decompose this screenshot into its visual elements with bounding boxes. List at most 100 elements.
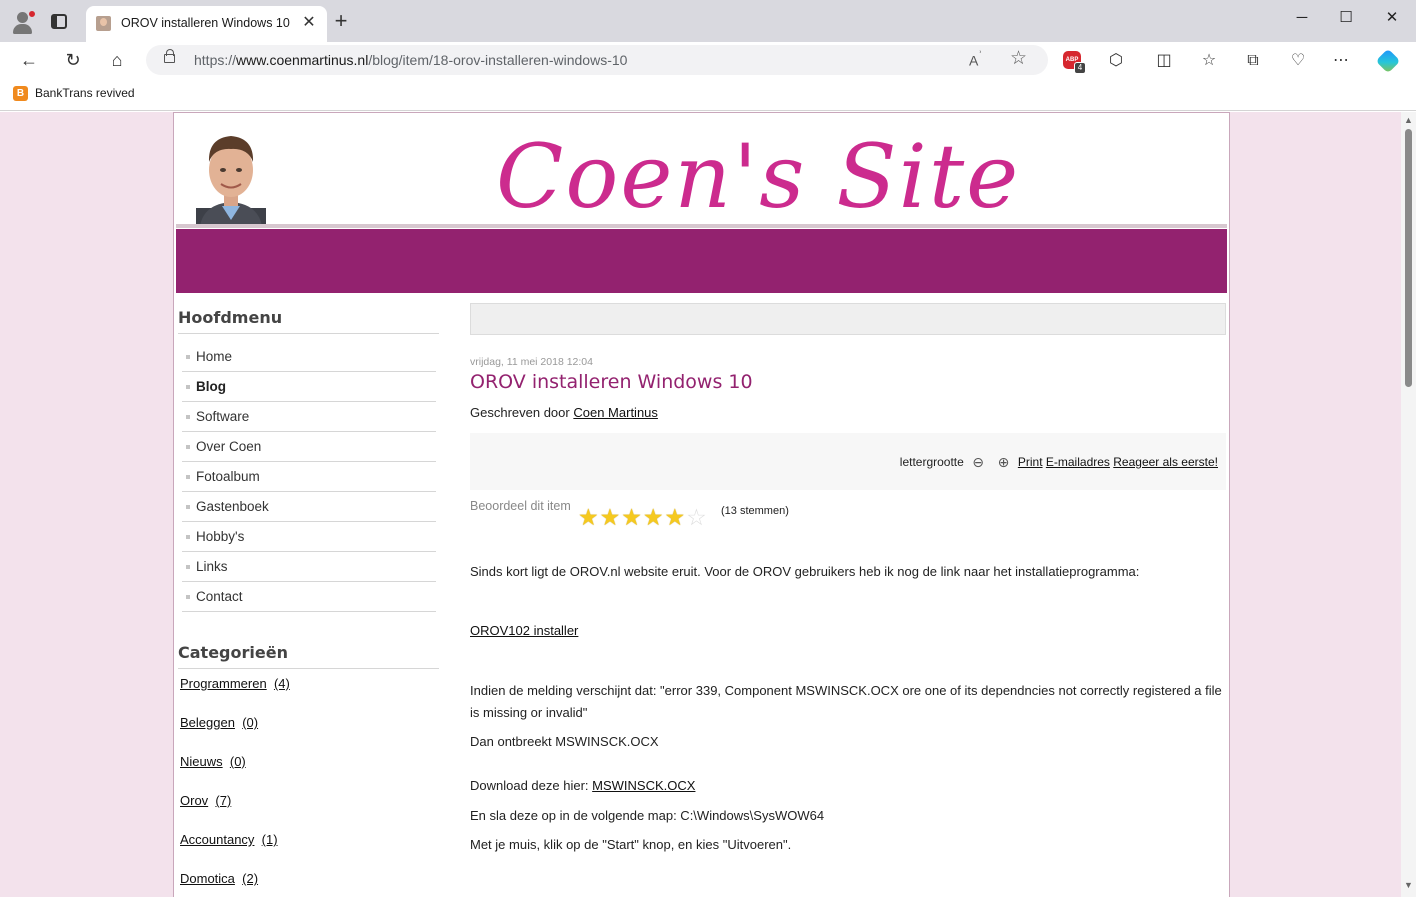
favorite-star-icon[interactable]: ☆ bbox=[1010, 47, 1027, 70]
menu-item-home[interactable]: Home bbox=[182, 342, 436, 372]
tab-title: OROV installeren Windows 10 bbox=[121, 16, 290, 30]
category-link[interactable]: Beleggen bbox=[180, 715, 235, 730]
more-menu-icon[interactable]: ⋯ bbox=[1329, 49, 1353, 73]
category-item[interactable]: Nieuws (0) bbox=[178, 754, 440, 793]
category-link[interactable]: Nieuws bbox=[180, 754, 223, 769]
close-tab-icon[interactable]: ✕ bbox=[299, 13, 319, 33]
page-scrollbar[interactable]: ▲ ▼ bbox=[1401, 112, 1416, 897]
rating-stars[interactable]: ★★★★★☆ bbox=[578, 504, 708, 531]
written-by-label: Geschreven door bbox=[470, 405, 570, 420]
main-menu-heading: Hoofdmenu bbox=[178, 303, 439, 334]
scroll-up-icon[interactable]: ▲ bbox=[1404, 115, 1413, 125]
main-menu: Home Blog Software Over Coen Fotoalbum G… bbox=[182, 342, 436, 612]
back-icon[interactable]: ← bbox=[16, 48, 42, 72]
close-window-icon[interactable]: ✕ bbox=[1369, 6, 1415, 30]
menu-item-contact[interactable]: Contact bbox=[182, 582, 436, 612]
collections-icon[interactable]: ⧉ bbox=[1241, 49, 1265, 73]
browser-toolbar: ← ↻ ⌂ https://www.coenmartinus.nl/blog/i… bbox=[0, 42, 1416, 78]
category-count[interactable]: (4) bbox=[274, 676, 290, 691]
bookmark-icon: B bbox=[13, 86, 28, 101]
menu-item-blog[interactable]: Blog bbox=[182, 372, 436, 402]
browser-essentials-icon[interactable]: ♡ bbox=[1286, 49, 1310, 73]
category-link[interactable]: Accountancy bbox=[180, 832, 254, 847]
scroll-thumb[interactable] bbox=[1405, 129, 1412, 387]
menu-item-links[interactable]: Links bbox=[182, 552, 436, 582]
address-bar[interactable]: https://www.coenmartinus.nl/blog/item/18… bbox=[146, 45, 1048, 75]
site-logo[interactable]: Coen's Site bbox=[496, 133, 1020, 221]
menu-item-over-coen[interactable]: Over Coen bbox=[182, 432, 436, 462]
article-paragraph: Dan ontbreekt MSWINSCK.OCX bbox=[470, 734, 659, 749]
site-header: Coen's Site bbox=[174, 113, 1229, 293]
author-link[interactable]: Coen Martinus bbox=[573, 405, 658, 420]
category-item[interactable]: Programmeren (4) bbox=[178, 676, 440, 715]
category-link[interactable]: Orov bbox=[180, 793, 208, 808]
lock-icon[interactable] bbox=[164, 49, 175, 63]
web-viewport: Coen's Site Hoofdmenu Home Blog Software… bbox=[0, 112, 1401, 897]
mswinsck-link[interactable]: MSWINSCK.OCX bbox=[592, 778, 695, 793]
site-container: Coen's Site Hoofdmenu Home Blog Software… bbox=[173, 112, 1230, 897]
category-item[interactable]: Beleggen (0) bbox=[178, 715, 440, 754]
zoom-in-icon[interactable]: ⊕ bbox=[997, 454, 1011, 471]
maximize-icon[interactable]: ☐ bbox=[1323, 6, 1369, 30]
category-item[interactable]: Orov (7) bbox=[178, 793, 440, 832]
read-aloud-icon[interactable]: Aʾ bbox=[969, 50, 982, 69]
menu-item-gastenboek[interactable]: Gastenboek bbox=[182, 492, 436, 522]
star-icon[interactable]: ★ bbox=[600, 504, 622, 530]
header-divider bbox=[176, 224, 1227, 228]
profile-icon[interactable] bbox=[10, 9, 36, 35]
rating-label: Beoordeel dit item bbox=[470, 499, 571, 513]
browser-tab[interactable]: OROV installeren Windows 10 ✕ bbox=[86, 6, 327, 42]
home-icon[interactable]: ⌂ bbox=[104, 48, 130, 72]
favicon-icon bbox=[96, 16, 111, 31]
print-link[interactable]: Print bbox=[1018, 455, 1043, 469]
category-list: Programmeren (4) Beleggen (0) Nieuws (0)… bbox=[178, 676, 440, 897]
star-empty-icon[interactable]: ☆ bbox=[686, 504, 708, 530]
article-paragraph: Met je muis, klik op de "Start" knop, en… bbox=[470, 837, 792, 852]
adblock-count-badge: 4 bbox=[1074, 62, 1086, 74]
article-tools: lettergrootte ⊖ ⊕ Print E-mailadres Reag… bbox=[470, 433, 1226, 490]
scroll-down-icon[interactable]: ▼ bbox=[1404, 880, 1413, 890]
zoom-out-icon[interactable]: ⊖ bbox=[971, 454, 985, 471]
menu-item-fotoalbum[interactable]: Fotoalbum bbox=[182, 462, 436, 492]
bookmarks-bar: B BankTrans revived bbox=[0, 78, 1416, 111]
article-date: vrijdag, 11 mei 2018 12:04 bbox=[470, 356, 593, 368]
category-count[interactable]: (0) bbox=[230, 754, 246, 769]
category-count[interactable]: (2) bbox=[242, 871, 258, 886]
refresh-icon[interactable]: ↻ bbox=[60, 48, 86, 72]
category-count[interactable]: (7) bbox=[215, 793, 231, 808]
star-icon[interactable]: ★ bbox=[643, 504, 665, 530]
extensions-icon[interactable]: ⬡ bbox=[1104, 49, 1128, 73]
category-link[interactable]: Programmeren bbox=[180, 676, 267, 691]
article-author-line: Geschreven door Coen Martinus bbox=[470, 405, 1227, 420]
star-icon[interactable]: ★ bbox=[665, 504, 687, 530]
categories-heading: Categorieën bbox=[178, 638, 439, 669]
menu-item-hobbys[interactable]: Hobby's bbox=[182, 522, 436, 552]
category-item[interactable]: Domotica (2) bbox=[178, 871, 440, 897]
tab-actions-icon[interactable] bbox=[51, 14, 67, 29]
category-count[interactable]: (0) bbox=[242, 715, 258, 730]
star-icon[interactable]: ★ bbox=[578, 504, 600, 530]
star-icon[interactable]: ★ bbox=[621, 504, 643, 530]
rating-widget: Beoordeel dit item ★★★★★☆ (13 stemmen) bbox=[470, 498, 1227, 538]
split-screen-icon[interactable]: ◫ bbox=[1152, 49, 1176, 73]
breadcrumb-bar bbox=[470, 303, 1226, 335]
article-paragraph: Sinds kort ligt de OROV.nl website eruit… bbox=[470, 564, 1140, 579]
new-tab-icon[interactable]: + bbox=[331, 10, 351, 32]
bookmark-banktrans[interactable]: BankTrans revived bbox=[35, 86, 135, 100]
menu-item-software[interactable]: Software bbox=[182, 402, 436, 432]
copilot-icon[interactable] bbox=[1375, 48, 1401, 74]
favorites-icon[interactable]: ☆ bbox=[1197, 49, 1221, 73]
category-item[interactable]: Accountancy (1) bbox=[178, 832, 440, 871]
sidebar: Hoofdmenu Home Blog Software Over Coen F… bbox=[178, 303, 440, 897]
font-size-label: lettergrootte bbox=[899, 455, 964, 469]
installer-link[interactable]: OROV102 installer bbox=[470, 623, 578, 638]
vote-count: (13 stemmen) bbox=[721, 505, 789, 517]
email-link[interactable]: E-mailadres bbox=[1046, 455, 1110, 469]
url-text[interactable]: https://www.coenmartinus.nl/blog/item/18… bbox=[194, 52, 627, 68]
category-link[interactable]: Domotica bbox=[180, 871, 235, 886]
comment-link[interactable]: Reageer als eerste! bbox=[1113, 455, 1218, 469]
category-count[interactable]: (1) bbox=[262, 832, 278, 847]
minimize-icon[interactable]: ─ bbox=[1279, 6, 1325, 30]
author-photo bbox=[196, 136, 266, 226]
article-paragraph: OROV102 installer bbox=[470, 620, 1227, 642]
